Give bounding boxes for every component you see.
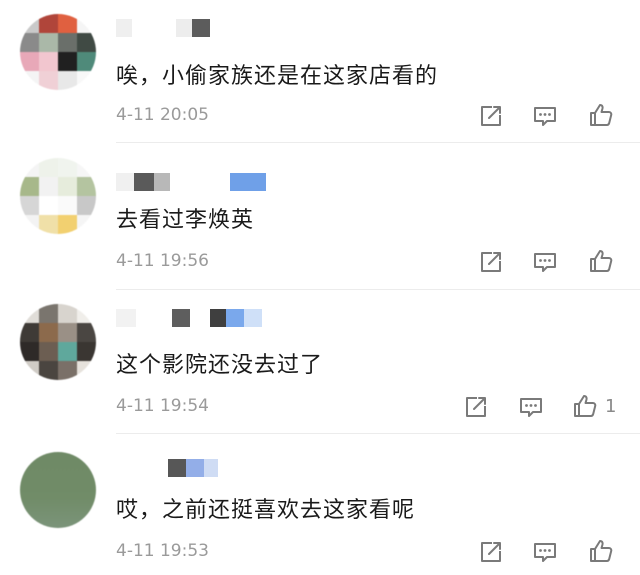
comment-item: 哎，之前还挺喜欢去这家看呢 4-11 19:53 [0,0,640,575]
share-icon[interactable] [477,538,505,566]
timestamp: 4-11 19:53 [116,541,209,561]
thumbs-up-icon[interactable] [587,537,615,565]
username[interactable] [116,458,218,478]
avatar[interactable] [20,452,96,528]
comment-icon[interactable] [531,538,559,566]
comment-text: 哎，之前还挺喜欢去这家看呢 [116,498,416,523]
